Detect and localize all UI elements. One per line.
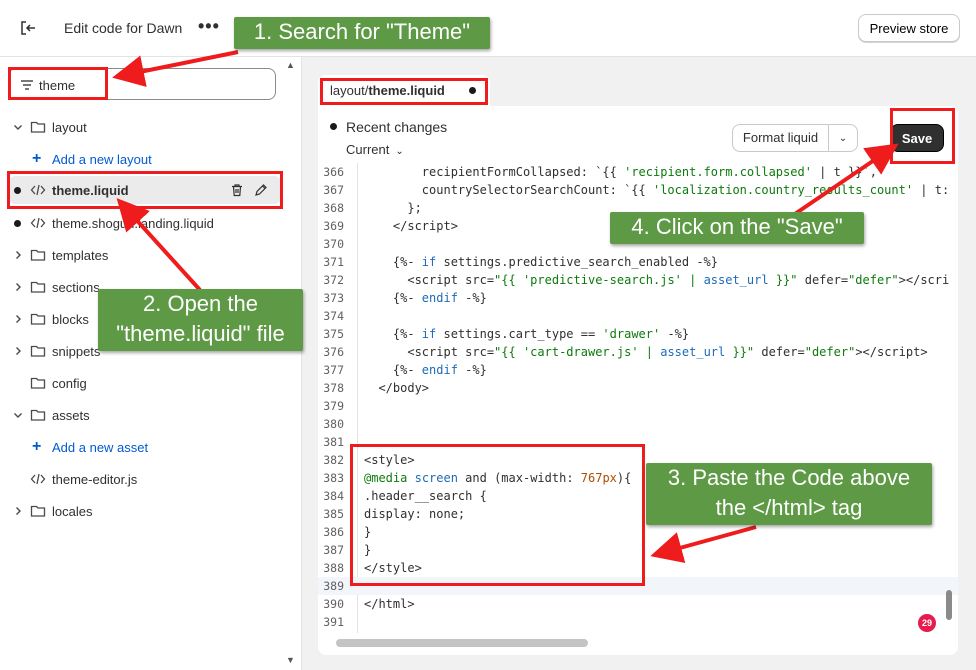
folder-icon (30, 313, 46, 325)
code-line: 378 </body> (323, 381, 430, 395)
add-layout-link[interactable]: + Add a new layout (0, 145, 290, 173)
page-title: Edit code for Dawn (64, 20, 183, 36)
highlight-pasted-code (350, 444, 645, 586)
modified-dot (14, 219, 21, 227)
scroll-down-arrow[interactable]: ▼ (286, 655, 295, 665)
file-theme-shogun-landing[interactable]: theme.shogun.landing.liquid (0, 209, 290, 237)
folder-label: sections (52, 279, 100, 295)
callout-step-3-line-1: 3. Paste the Code above (667, 465, 911, 490)
highlight-search (8, 67, 108, 100)
file-sidebar: ▲ ▼ layout + Add a new layout theme.liqu… (0, 57, 302, 670)
folder-config[interactable]: config (0, 369, 290, 397)
chevron-down-icon: ⌄ (395, 146, 404, 157)
folder-icon (30, 249, 46, 261)
folder-icon (30, 409, 46, 421)
more-actions-button[interactable]: ••• (198, 14, 220, 38)
folder-layout[interactable]: layout (0, 113, 290, 141)
horizontal-scrollbar[interactable] (336, 639, 588, 647)
callout-step-3-line-2: the </html> tag (715, 495, 863, 520)
folder-label: locales (52, 503, 93, 519)
chevron-right-icon (16, 251, 21, 259)
code-line: 379 (323, 399, 344, 413)
file-theme-editor-js[interactable]: theme-editor.js (0, 465, 290, 493)
add-asset-label: Add a new asset (52, 439, 149, 455)
highlight-tab (320, 78, 488, 105)
preview-store-button[interactable]: Preview store (858, 14, 960, 42)
chevron-down-icon (14, 125, 22, 130)
plus-icon: + (32, 438, 42, 455)
version-selector[interactable]: Current ⌄ (346, 142, 404, 157)
callout-step-2: 2. Open the "theme.liquid" file (98, 289, 303, 351)
chevron-right-icon (16, 283, 21, 291)
code-file-icon (30, 217, 46, 229)
highlight-save (890, 108, 955, 164)
code-line: 366 recipientFormCollapsed: `{{ 'recipie… (323, 165, 877, 179)
code-line: 371 {%- if settings.predictive_search_en… (323, 255, 719, 269)
format-liquid-label: Format liquid (733, 125, 829, 151)
format-liquid-button[interactable]: Format liquid ⌄ (732, 124, 858, 152)
vertical-scrollbar[interactable] (946, 590, 952, 620)
code-line: 367 countrySelectorSearchCount: `{{ 'loc… (323, 183, 950, 197)
folder-label: blocks (52, 311, 89, 327)
add-layout-label: Add a new layout (52, 151, 152, 167)
folder-icon (30, 505, 46, 517)
chevron-down-icon (14, 413, 22, 418)
callout-step-1: 1. Search for "Theme" (234, 17, 490, 49)
code-file-icon (30, 473, 46, 485)
notification-badge[interactable]: 29 (918, 614, 936, 632)
code-line: 377 {%- endif -%} (323, 363, 487, 377)
folder-label: snippets (52, 343, 101, 359)
exit-icon[interactable] (16, 16, 40, 40)
folder-templates[interactable]: templates (0, 241, 290, 269)
folder-label: layout (52, 119, 87, 135)
recent-changes-dot (330, 123, 337, 130)
folder-icon (30, 345, 46, 357)
code-line: 374 (323, 309, 344, 323)
folder-assets[interactable]: assets (0, 401, 290, 429)
folder-label: templates (52, 247, 109, 263)
code-line: 372 <script src="{{ 'predictive-search.j… (323, 273, 950, 287)
callout-step-2-line-1: 2. Open the (143, 291, 258, 316)
callout-step-3: 3. Paste the Code above the </html> tag (646, 463, 932, 525)
chevron-right-icon (16, 507, 21, 515)
folder-locales[interactable]: locales (0, 497, 290, 525)
code-line: 390 </html> (323, 597, 415, 611)
add-asset-link[interactable]: + Add a new asset (0, 433, 290, 461)
file-label: theme-editor.js (52, 471, 138, 487)
version-label: Current (346, 142, 390, 157)
recent-changes-title: Recent changes (346, 119, 448, 135)
folder-label: config (52, 375, 87, 391)
code-line: 375 {%- if settings.cart_type == 'drawer… (323, 327, 690, 341)
code-line: 391 (323, 615, 344, 629)
callout-step-2-line-2: "theme.liquid" file (116, 321, 285, 346)
code-line: 376 <script src="{{ 'cart-drawer.js' | a… (323, 345, 928, 359)
chevron-right-icon (16, 315, 21, 323)
plus-icon: + (32, 150, 42, 167)
folder-label: assets (52, 407, 90, 423)
code-line: 373 {%- endif -%} (323, 291, 487, 305)
code-line: 380 (323, 417, 344, 431)
file-label: theme.shogun.landing.liquid (52, 215, 214, 231)
callout-step-4: 4. Click on the "Save" (610, 212, 864, 244)
folder-icon (30, 377, 46, 389)
folder-icon (30, 281, 46, 293)
folder-icon (30, 121, 46, 133)
chevron-right-icon (16, 347, 21, 355)
scroll-up-arrow[interactable]: ▲ (286, 60, 295, 70)
chevron-down-icon[interactable]: ⌄ (829, 133, 857, 144)
highlight-theme-liquid (7, 171, 283, 209)
